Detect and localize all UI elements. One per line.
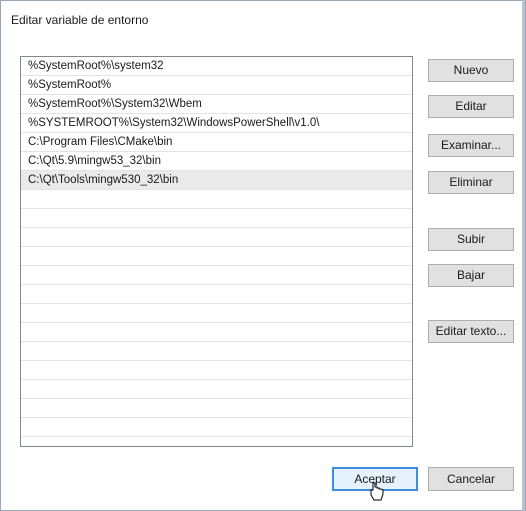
edit-button[interactable]: Editar — [428, 95, 514, 118]
browse-button[interactable]: Examinar... — [428, 134, 514, 157]
new-button[interactable]: Nuevo — [428, 59, 514, 82]
move-up-button[interactable]: Subir — [428, 228, 514, 251]
empty-list-row[interactable] — [21, 380, 412, 399]
empty-list-row[interactable] — [21, 209, 412, 228]
edit-text-button[interactable]: Editar texto... — [428, 320, 514, 343]
list-item[interactable]: %SystemRoot% — [21, 76, 412, 95]
list-item[interactable]: %SystemRoot%\System32\Wbem — [21, 95, 412, 114]
empty-list-row[interactable] — [21, 228, 412, 247]
empty-list-row[interactable] — [21, 266, 412, 285]
empty-list-row[interactable] — [21, 190, 412, 209]
title-bar: Editar variable de entorno — [1, 1, 525, 39]
list-item[interactable]: %SystemRoot%\system32 — [21, 57, 412, 76]
list-item-selected[interactable]: C:\Qt\Tools\mingw530_32\bin — [21, 171, 412, 190]
delete-button[interactable]: Eliminar — [428, 171, 514, 194]
empty-list-row[interactable] — [21, 418, 412, 437]
move-down-button[interactable]: Bajar — [428, 264, 514, 287]
empty-list-row[interactable] — [21, 342, 412, 361]
empty-list-row[interactable] — [21, 304, 412, 323]
window-border-edge — [522, 0, 525, 511]
empty-list-row[interactable] — [21, 361, 412, 380]
list-item[interactable]: C:\Program Files\CMake\bin — [21, 133, 412, 152]
empty-list-row[interactable] — [21, 323, 412, 342]
empty-list-row[interactable] — [21, 247, 412, 266]
edit-env-variable-dialog: Editar variable de entorno %SystemRoot%\… — [0, 0, 526, 511]
empty-list-row[interactable] — [21, 285, 412, 304]
mouse-pointer-icon — [370, 482, 384, 501]
window-title: Editar variable de entorno — [11, 13, 149, 27]
cancel-button[interactable]: Cancelar — [428, 467, 514, 491]
list-item[interactable]: %SYSTEMROOT%\System32\WindowsPowerShell\… — [21, 114, 412, 133]
empty-list-row[interactable] — [21, 399, 412, 418]
path-list[interactable]: %SystemRoot%\system32 %SystemRoot% %Syst… — [20, 56, 413, 447]
list-item[interactable]: C:\Qt\5.9\mingw53_32\bin — [21, 152, 412, 171]
